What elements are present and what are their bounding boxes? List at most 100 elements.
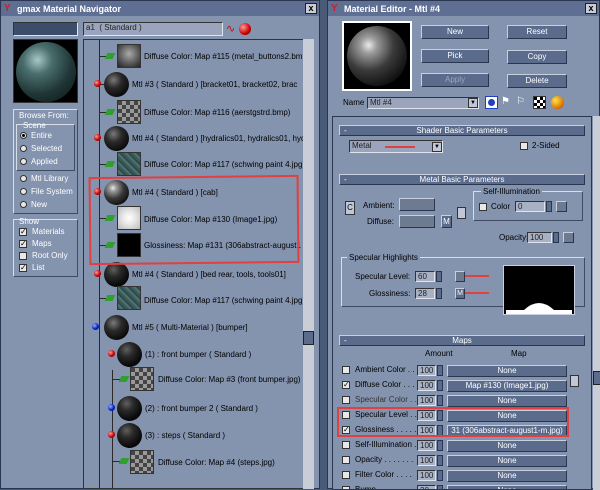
map-row-checkbox[interactable] bbox=[342, 486, 350, 489]
map-row-amount-spinner[interactable] bbox=[437, 380, 443, 391]
tree-item[interactable]: (3) : steps ( Standard ) bbox=[145, 431, 225, 440]
map-row-amount-spinner[interactable] bbox=[437, 410, 443, 421]
checkbox-root-only[interactable] bbox=[19, 252, 27, 260]
self-illum-value-field[interactable]: 0 bbox=[515, 201, 545, 212]
map-row-map-button[interactable]: 31 (306abstract-august1-m.jpg) bbox=[447, 425, 567, 437]
glossiness-field[interactable]: 28 bbox=[415, 288, 435, 299]
copy-button[interactable]: Copy bbox=[507, 50, 567, 64]
material-effects-icon[interactable] bbox=[551, 96, 564, 109]
editor-scrollbar-thumb[interactable] bbox=[593, 371, 600, 385]
map-row-checkbox[interactable] bbox=[342, 411, 350, 419]
radio-mtl-library[interactable] bbox=[20, 175, 27, 182]
tree-scrollbar-thumb[interactable] bbox=[303, 331, 314, 345]
radio-new[interactable] bbox=[20, 201, 27, 208]
map-row-amount-spinner[interactable] bbox=[437, 440, 443, 451]
lock-ambient-diffuse-icon[interactable]: C bbox=[345, 201, 355, 215]
lock-icon[interactable] bbox=[457, 207, 466, 219]
self-illum-spinner[interactable] bbox=[546, 201, 552, 212]
material-name-field[interactable]: Mtl #4 bbox=[367, 97, 479, 109]
checkbox-maps[interactable]: ✓ bbox=[19, 240, 27, 248]
specular-level-field[interactable]: 60 bbox=[415, 271, 435, 282]
map-row-amount-spinner[interactable] bbox=[437, 485, 443, 489]
map-row-map-button[interactable]: None bbox=[447, 440, 567, 452]
tree-item[interactable]: Diffuse Color: Map #130 (Image1.jpg) bbox=[144, 215, 277, 224]
map-row-map-button[interactable]: None bbox=[447, 395, 567, 407]
self-illum-color-checkbox[interactable] bbox=[479, 203, 487, 211]
navigator-search-field[interactable] bbox=[13, 22, 78, 36]
opacity-map-slot[interactable] bbox=[563, 232, 574, 243]
map-row-checkbox[interactable] bbox=[342, 366, 350, 374]
apply-button[interactable]: Apply bbox=[421, 73, 489, 87]
navigator-close-button[interactable]: x bbox=[305, 3, 317, 14]
pick-material-icon[interactable] bbox=[485, 96, 498, 109]
map-row-amount-field[interactable]: 30 bbox=[417, 485, 436, 489]
map-row-checkbox[interactable]: ✓ bbox=[342, 381, 350, 389]
ambient-color-swatch[interactable] bbox=[399, 198, 435, 211]
name-dropdown-arrow-icon[interactable]: ▼ bbox=[468, 98, 478, 108]
tree-item[interactable]: Diffuse Color: Map #117 (schwing paint 4… bbox=[144, 296, 305, 305]
delete-button[interactable]: Delete bbox=[507, 74, 567, 88]
shader-rollout-header[interactable]: - Shader Basic Parameters bbox=[339, 125, 585, 136]
tree-item[interactable]: Diffuse Color: Map #116 (aerstgstrd.bmp) bbox=[144, 108, 290, 117]
current-material-field[interactable]: a1 ( Standard ) bbox=[83, 22, 223, 36]
two-sided-checkbox[interactable] bbox=[520, 142, 528, 150]
map-row-checkbox[interactable] bbox=[342, 456, 350, 464]
checkbox-materials[interactable]: ✓ bbox=[19, 228, 27, 236]
assign-material-icon[interactable] bbox=[239, 23, 251, 35]
opacity-value-field[interactable]: 100 bbox=[527, 232, 552, 243]
specular-level-spinner[interactable] bbox=[436, 271, 442, 282]
tree-scrollbar[interactable] bbox=[303, 39, 314, 489]
editor-preview-frame[interactable] bbox=[342, 21, 412, 91]
tree-item[interactable]: (1) : front bumper ( Standard ) bbox=[145, 350, 251, 359]
new-button[interactable]: New bbox=[421, 25, 489, 39]
red-lasso-icon[interactable]: ∿ bbox=[226, 22, 235, 35]
map-row-amount-spinner[interactable] bbox=[437, 470, 443, 481]
map-row-amount-field[interactable]: 100 bbox=[417, 440, 436, 451]
map-row-amount-field[interactable]: 100 bbox=[417, 470, 436, 481]
map-row-map-button[interactable]: None bbox=[447, 365, 567, 377]
map-row-map-button[interactable]: None bbox=[447, 455, 567, 467]
background-checker-icon[interactable] bbox=[533, 96, 546, 109]
tree-item[interactable]: Diffuse Color: Map #3 (front bumper.jpg) bbox=[158, 375, 301, 384]
tree-item[interactable]: Mtl #4 ( Standard ) [cab] bbox=[132, 188, 218, 197]
radio-entire[interactable] bbox=[20, 132, 27, 139]
tree-item[interactable]: Glossiness: Map #131 (306abstract-august… bbox=[144, 241, 301, 250]
radio-file-system[interactable] bbox=[20, 188, 27, 195]
glossiness-map-button[interactable]: M bbox=[455, 288, 465, 299]
map-row-amount-field[interactable]: 100 bbox=[417, 380, 436, 391]
map-row-amount-field[interactable]: 100 bbox=[417, 410, 436, 421]
assign-selection-icon[interactable]: ⚐ bbox=[516, 96, 529, 109]
radio-selected[interactable] bbox=[20, 145, 27, 152]
map-row-checkbox[interactable] bbox=[342, 396, 350, 404]
glossiness-spinner[interactable] bbox=[436, 288, 442, 299]
map-row-map-button[interactable]: None bbox=[447, 470, 567, 482]
map-row-checkbox[interactable] bbox=[342, 471, 350, 479]
map-row-checkbox[interactable]: ✓ bbox=[342, 426, 350, 434]
shader-dropdown-arrow-icon[interactable]: ▼ bbox=[432, 142, 442, 152]
tree-item[interactable]: Mtl #3 ( Standard ) [bracket01, bracket0… bbox=[132, 80, 297, 89]
tree-item[interactable]: (2) : front bumper 2 ( Standard ) bbox=[145, 404, 258, 413]
reset-button[interactable]: Reset bbox=[507, 25, 567, 39]
put-to-library-icon[interactable]: ⚑ bbox=[501, 96, 514, 109]
editor-scrollbar[interactable] bbox=[593, 116, 600, 490]
map-row-amount-spinner[interactable] bbox=[437, 365, 443, 376]
self-illum-map-slot[interactable] bbox=[556, 201, 567, 212]
tree-item[interactable]: Diffuse Color: Map #117 (schwing paint 4… bbox=[144, 160, 305, 169]
tree-item[interactable]: Mtl #4 ( Standard ) [hydralics01, hydral… bbox=[132, 134, 308, 143]
map-row-checkbox[interactable] bbox=[342, 441, 350, 449]
checkbox-list[interactable]: ✓ bbox=[19, 264, 27, 272]
map-row-amount-spinner[interactable] bbox=[437, 425, 443, 436]
radio-applied[interactable] bbox=[20, 158, 27, 165]
map-row-map-button[interactable]: None bbox=[447, 485, 567, 489]
map-row-amount-field[interactable]: 100 bbox=[417, 425, 436, 436]
tree-item[interactable]: Diffuse Color: Map #115 (metal_buttons2.… bbox=[144, 52, 307, 61]
metal-rollout-header[interactable]: - Metal Basic Parameters bbox=[339, 174, 585, 185]
navigator-titlebar[interactable]: Y gmax Material Navigator x bbox=[1, 1, 319, 16]
editor-close-button[interactable]: x bbox=[585, 3, 597, 14]
tree-item[interactable]: Mtl #4 ( Standard ) [bed rear, tools, to… bbox=[132, 270, 286, 279]
map-row-amount-field[interactable]: 100 bbox=[417, 365, 436, 376]
editor-titlebar[interactable]: Y Material Editor - Mtl #4 x bbox=[328, 1, 599, 16]
specular-level-map-slot[interactable] bbox=[455, 271, 465, 282]
pick-button[interactable]: Pick bbox=[421, 49, 489, 63]
map-row-map-button[interactable]: None bbox=[447, 410, 567, 422]
